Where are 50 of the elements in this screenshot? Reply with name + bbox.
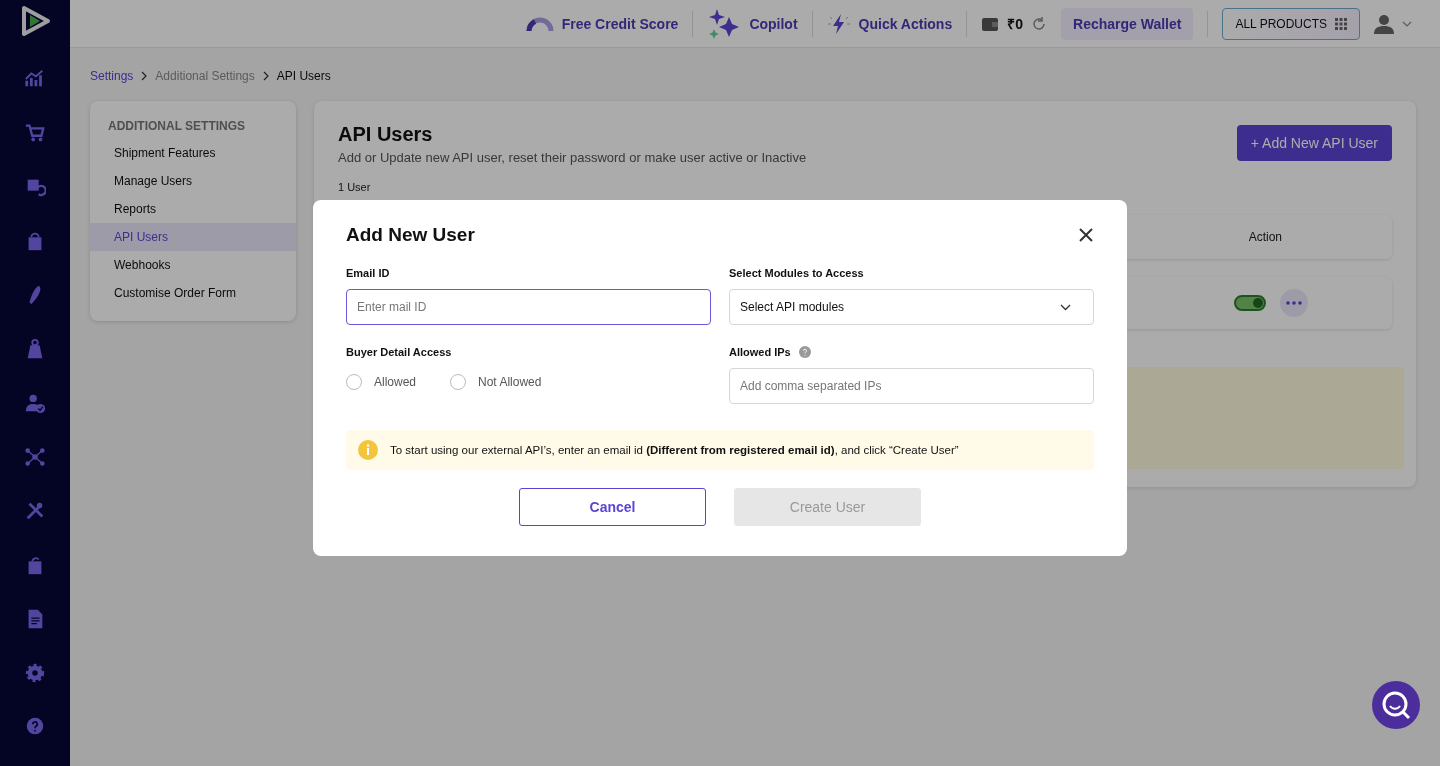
recharge-wallet-button[interactable]: Recharge Wallet <box>1061 7 1194 40</box>
chevron-down-icon[interactable] <box>1402 20 1412 27</box>
add-api-user-button[interactable]: + Add New API User <box>1236 125 1392 161</box>
menu-heading: ADDITIONAL SETTINGS <box>107 119 247 135</box>
modules-dropdown[interactable]: Select API modules <box>729 289 1094 325</box>
field-label: Allowed IPs <box>729 346 791 358</box>
cancel-button[interactable]: Cancel <box>519 488 706 526</box>
breadcrumb-link[interactable]: Settings <box>90 69 134 83</box>
chat-search-button[interactable] <box>1372 681 1420 729</box>
menu-item[interactable]: API Users <box>90 223 296 251</box>
close-icon[interactable] <box>1078 227 1094 243</box>
grid-icon <box>1335 17 1347 30</box>
help-icon[interactable] <box>798 346 811 358</box>
user-icon[interactable] <box>1374 13 1394 34</box>
page-subtitle: Add or Update new API user, reset their password or make user active or Inactive <box>338 150 807 165</box>
chevron-down-icon <box>1060 303 1071 311</box>
quick-actions-link[interactable]: Quick Actions <box>858 15 953 32</box>
refresh-icon[interactable] <box>1031 15 1047 32</box>
cart-icon[interactable] <box>24 122 46 144</box>
menu-item[interactable]: Shipment Features <box>90 139 296 167</box>
page-title: API Users <box>338 123 434 146</box>
chevron-right-icon <box>262 71 269 81</box>
credit-score-link[interactable]: Free Credit Score <box>561 15 679 32</box>
email-field[interactable]: Enter mail ID <box>346 289 711 325</box>
gauge-icon <box>525 15 554 32</box>
field-label: Email ID <box>346 267 390 279</box>
field-label: Select Modules to Access <box>729 267 864 279</box>
info-icon <box>358 440 378 460</box>
more-icon[interactable] <box>1280 289 1308 317</box>
radio-label[interactable]: Allowed <box>374 375 417 389</box>
chevron-right-icon <box>141 71 148 81</box>
wallet-icon <box>981 15 1000 32</box>
user-check-icon[interactable] <box>24 392 46 414</box>
modal-title: Add New User <box>346 224 475 246</box>
menu-item[interactable]: Customise Order Form <box>90 279 296 307</box>
settings-icon[interactable] <box>24 662 46 684</box>
notice-text: To start using our external API’s, enter an email id (Different from registered email id), and click “Create User” <box>390 444 959 456</box>
menu-item[interactable]: Webhooks <box>90 251 296 279</box>
copilot-link[interactable]: Copilot <box>749 15 798 32</box>
menu-item[interactable]: Reports <box>90 195 296 223</box>
radio-label[interactable]: Not Allowed <box>478 375 542 389</box>
column-header: Action <box>1248 230 1282 244</box>
status-toggle[interactable] <box>1234 295 1266 311</box>
network-icon[interactable] <box>24 446 46 468</box>
menu-item[interactable]: Manage Users <box>90 167 296 195</box>
user-count: 1 User <box>338 181 372 193</box>
wallet-balance: ₹0 <box>1007 15 1023 33</box>
field-label: Buyer Detail Access <box>346 346 452 358</box>
allowed-ips-field[interactable]: Add comma separated IPs <box>729 368 1094 404</box>
all-products-button[interactable]: ALL PRODUCTS <box>1222 7 1360 40</box>
